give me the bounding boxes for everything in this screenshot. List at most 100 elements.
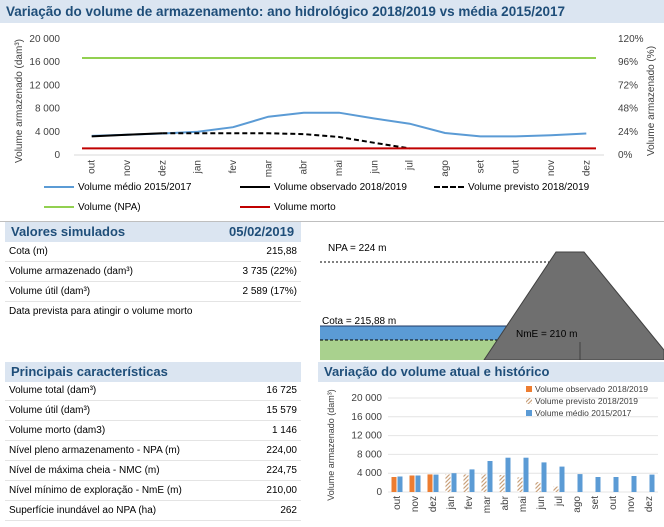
row-label: Volume total (dam³) (9, 385, 97, 396)
y-tick-label: 0 (376, 487, 382, 498)
row-label: Nível mínimo de exploração - NmE (m) (9, 485, 182, 496)
x-tick-label: out (511, 160, 522, 174)
top-chart-title: Variação do volume de armazenamento: ano… (0, 0, 664, 23)
legend-item-npa: Volume (NPA) (44, 201, 141, 215)
y2-tick-label: 72% (618, 80, 638, 91)
y-tick-label: 20 000 (29, 34, 60, 45)
x-tick-label: dez (581, 160, 592, 176)
y2-tick-label: 24% (618, 127, 638, 138)
legend-label: Volume observado 2018/2019 (535, 384, 648, 394)
x-tick-label: dez (428, 496, 439, 512)
row-label: Data prevista para atingir o volume mort… (9, 306, 193, 317)
bar-3 (469, 469, 475, 492)
characteristics-row: Nível de máxima cheia - NMC (m) 224,75 (5, 461, 301, 481)
bar-chart: 0 4 000 8 000 12 000 16 000 20 000 Volume arma… (326, 384, 658, 513)
x-tick-label: mar (263, 159, 274, 177)
row-label: Cota (m) (9, 246, 48, 257)
bar-1 (409, 475, 415, 492)
row-value: 15 579 (266, 405, 297, 416)
x-tick-label: jun (369, 160, 380, 174)
x-tick-label: mai (334, 160, 345, 176)
y-tick-label: 4 000 (35, 127, 60, 138)
legend-swatch (526, 410, 532, 416)
characteristics-row: Volume morto (dam3) 1 146 (5, 421, 301, 441)
row-label: Superfície inundável ao NPA (ha) (9, 505, 157, 516)
bar-3 (541, 462, 547, 492)
bar-2 (535, 482, 541, 492)
bar-1 (391, 477, 397, 492)
bar-chart-title: Variação do volume atual e histórico (318, 362, 664, 382)
dam-body (483, 251, 664, 360)
row-label: Volume armazenado (dam³) (9, 266, 133, 277)
x-tick-label: dez (157, 160, 168, 176)
legend-label: Volume (NPA) (78, 202, 141, 213)
bar-2 (463, 474, 469, 492)
bar-3 (451, 473, 457, 492)
simulated-row: Cota (m) 215,88 (5, 242, 301, 262)
row-value: 16 725 (266, 385, 297, 396)
legend-item-forecast: Volume previsto 2018/2019 (434, 181, 589, 195)
x-tick-label: jul (554, 496, 565, 507)
y2-tick-label: 48% (618, 104, 638, 115)
cota-label: Cota = 215,88 m (322, 316, 396, 327)
dam-diagram: NPA = 224 m Cota = 215,88 m NmE = 210 m (320, 243, 664, 360)
bar-3 (649, 474, 655, 492)
bar-3 (487, 461, 493, 492)
bar-2 (481, 474, 487, 492)
legend-item-dead: Volume morto (240, 201, 336, 215)
y-tick-label: 0 (54, 150, 60, 161)
bar-1 (427, 474, 433, 492)
legend-label: Volume médio 2015/2017 (535, 408, 632, 418)
simulated-date: 05/02/2019 (229, 224, 295, 239)
characteristics-header: Principais características (5, 362, 301, 382)
legend-swatch (434, 186, 464, 189)
bar-2 (553, 486, 559, 492)
x-tick-label: fev (228, 160, 239, 173)
y2-axis-title: Volume armazenado (%) (646, 46, 657, 156)
x-tick-label: jan (193, 160, 204, 174)
legend-label: Volume médio 2015/2017 (78, 182, 192, 193)
simulated-row: Volume armazenado (dam³) 3 735 (22%) (5, 262, 301, 282)
bar-3 (433, 474, 439, 492)
characteristics-row: Volume total (dam³) 16 725 (5, 381, 301, 401)
y2-tick-label: 96% (618, 57, 638, 68)
x-tick-label: out (392, 496, 403, 510)
row-label: Volume útil (dam³) (9, 286, 91, 297)
bar-3 (523, 457, 529, 492)
x-tick-label: dez (644, 496, 655, 512)
x-tick-label: mai (518, 496, 529, 512)
row-label: Nível de máxima cheia - NMC (m) (9, 465, 160, 476)
bar-2 (499, 475, 505, 492)
row-label: Volume morto (dam3) (9, 425, 106, 436)
simulated-header: Valores simulados 05/02/2019 (5, 222, 301, 242)
bar-2 (517, 477, 523, 492)
row-value: 262 (280, 505, 297, 516)
characteristics-row: Nível pleno armazenamento - NPA (m) 224,0… (5, 441, 301, 461)
legend-swatch (526, 386, 532, 392)
bar-3 (595, 477, 601, 492)
bar-3 (397, 476, 403, 492)
x-tick-label: ago (572, 496, 583, 513)
legend-label: Volume morto (274, 202, 336, 213)
legend-swatch (240, 186, 270, 189)
x-tick-label: abr (299, 159, 310, 174)
legend-swatch (44, 186, 74, 189)
x-tick-label: set (590, 496, 601, 510)
simulated-row: Data prevista para atingir o volume mort… (5, 302, 301, 322)
row-value: 1 146 (271, 425, 297, 436)
legend-swatch (240, 206, 270, 209)
y-axis-title: Volume armazenado (dam³) (14, 39, 25, 163)
x-tick-label: set (475, 160, 486, 174)
legend-label: Volume previsto 2018/2019 (535, 396, 638, 406)
row-value: 215,88 (266, 246, 297, 257)
y-axis-title: Volume armazenado (dam³) (326, 389, 336, 501)
row-label: Nível pleno armazenamento - NPA (m) (9, 445, 180, 456)
y-tick-label: 4 000 (357, 468, 382, 479)
y2-tick-label: 0% (618, 150, 633, 161)
bar-3 (577, 474, 583, 492)
row-value: 224,75 (266, 465, 297, 476)
simulated-row: Volume útil (dam³) 2 589 (17%) (5, 282, 301, 302)
y-tick-label: 12 000 (351, 431, 382, 442)
row-label: Volume útil (dam³) (9, 405, 91, 416)
x-tick-label: mar (482, 495, 493, 513)
